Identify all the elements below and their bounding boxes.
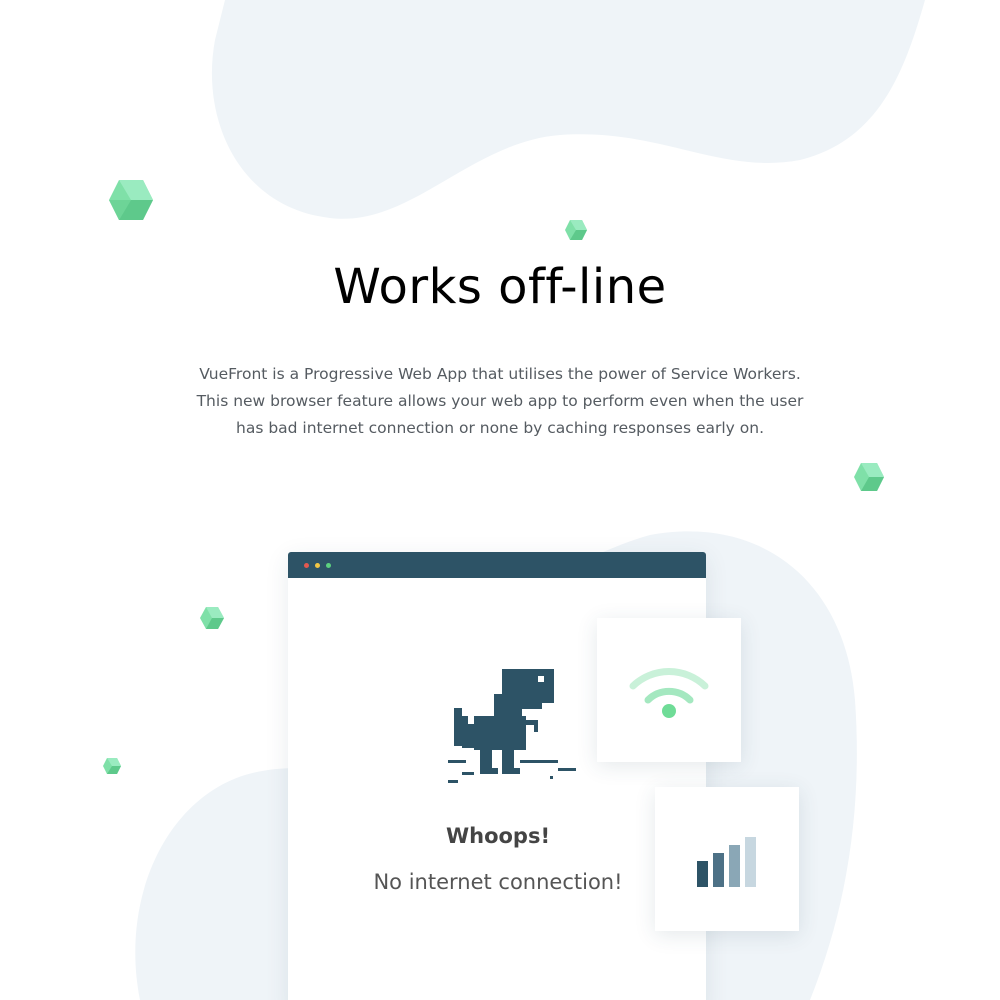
- signal-card: [655, 787, 799, 931]
- cube-decoration-large: [109, 180, 153, 220]
- section-title: Works off-line: [333, 259, 667, 315]
- description-line: This new browser feature allows your web…: [196, 392, 804, 410]
- cube-decoration-left-bottom: [103, 758, 121, 774]
- cube-decoration-left-middle: [200, 607, 224, 629]
- top-blob: [211, 0, 926, 219]
- signal-bars-icon: [697, 837, 756, 887]
- wifi-card: [597, 618, 741, 762]
- minimize-dot-icon: [315, 563, 320, 568]
- offline-dinosaur-icon: [448, 669, 576, 783]
- cube-decoration-small: [565, 220, 587, 240]
- description-line: has bad internet connection or none by c…: [236, 419, 764, 437]
- cube-decoration-right: [854, 463, 884, 491]
- error-heading: Whoops!: [445, 824, 551, 848]
- error-message: No internet connection!: [373, 870, 623, 894]
- description-line: VueFront is a Progressive Web App that u…: [199, 365, 801, 383]
- browser-title-bar: [288, 552, 706, 578]
- maximize-dot-icon: [326, 563, 331, 568]
- section-description: VueFront is a Progressive Web App that u…: [150, 361, 850, 442]
- wifi-icon: [629, 668, 709, 718]
- close-dot-icon: [304, 563, 309, 568]
